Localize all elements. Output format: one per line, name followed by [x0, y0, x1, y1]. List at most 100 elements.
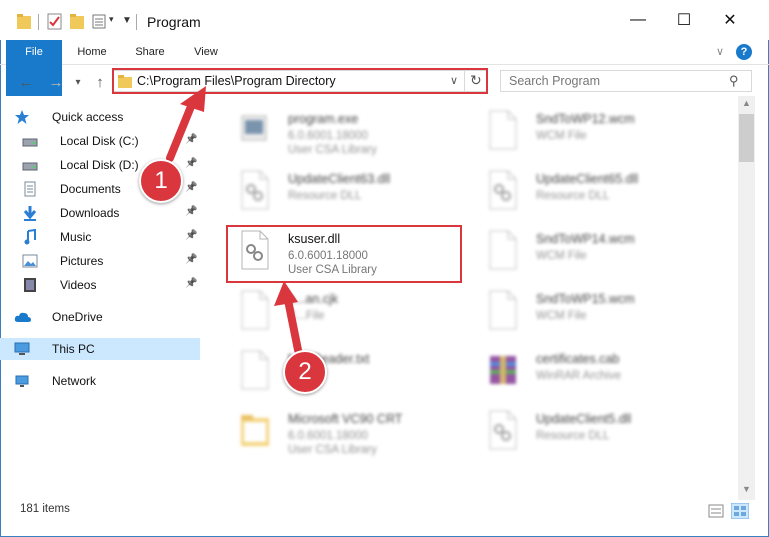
- file-item[interactable]: UpdateClient65.dll Resource DLL: [472, 166, 712, 222]
- drive-icon: [22, 133, 38, 149]
- pin-icon: 📌: [185, 230, 198, 241]
- file-name: p...an.cjk: [288, 292, 339, 306]
- file-name: SndToWP12.wcm: [536, 112, 635, 126]
- file-name: UpdateClient65.dll: [536, 172, 639, 186]
- title-bar: ▾ ▼ Program — ☐ ✕: [0, 0, 769, 40]
- scroll-thumb[interactable]: [739, 114, 754, 162]
- sidebar-item-onedrive[interactable]: OneDrive: [0, 306, 200, 328]
- arrow-up-icon: ↑: [96, 73, 104, 91]
- pin-icon: 📌: [185, 254, 198, 265]
- sidebar-item-downloads[interactable]: Downloads 📌: [0, 202, 200, 224]
- file-detail: Resource DLL: [288, 190, 362, 202]
- file-item[interactable]: program.exe 6.0.6001.18000 User CSA Librar…: [224, 106, 464, 162]
- window-title: Program: [147, 14, 201, 30]
- sidebar-item-label: Local Disk (D:): [60, 158, 139, 172]
- file-item[interactable]: UpdateClient63.dll Resource DLL: [224, 166, 464, 222]
- pin-icon: 📌: [185, 182, 198, 193]
- file-detail: WinRAR Archive: [536, 370, 621, 382]
- ribbon-expand-icon[interactable]: ∨: [712, 40, 728, 64]
- file-detail: 6.0.6001.18000: [288, 130, 368, 142]
- tab-home[interactable]: Home: [70, 40, 114, 64]
- sidebar-item-label: OneDrive: [52, 310, 103, 324]
- scroll-up-icon[interactable]: ▲: [742, 98, 751, 108]
- close-button[interactable]: ✕: [707, 0, 753, 40]
- sidebar-item-pictures[interactable]: Pictures 📌: [0, 250, 200, 272]
- file-item[interactable]: certificates.cab WinRAR Archive: [472, 346, 712, 402]
- close-icon: ✕: [723, 12, 737, 29]
- file-item[interactable]: h...eReader.txt: [224, 346, 464, 402]
- status-bar: 181 items: [0, 500, 769, 522]
- ribbon: File Home Share View ∨ ?: [0, 40, 769, 96]
- sidebar-item-music[interactable]: Music 📌: [0, 226, 200, 248]
- file-item[interactable]: p...an.cjk C...File: [224, 286, 464, 342]
- maximize-button[interactable]: ☐: [661, 0, 707, 40]
- explorer-window: ▾ ▼ Program — ☐ ✕ File Home Share View ∨…: [0, 0, 769, 537]
- sidebar-item-label: Pictures: [60, 254, 104, 268]
- file-list: program.exe 6.0.6001.18000 User CSA Librar…: [210, 100, 738, 500]
- sidebar-item-quick-access[interactable]: Quick access: [0, 106, 200, 128]
- tab-share[interactable]: Share: [128, 40, 172, 64]
- file-icon: [488, 290, 518, 330]
- properties-icon[interactable]: [47, 13, 63, 31]
- sidebar-item-label: Quick access: [52, 110, 124, 124]
- sidebar-item-label: Network: [52, 374, 97, 388]
- dll-icon: [240, 170, 270, 210]
- file-detail: User CSA Library: [288, 144, 377, 156]
- sidebar-item-network[interactable]: Network: [0, 370, 200, 392]
- sidebar-item-label: Documents: [60, 182, 121, 196]
- pictures-icon: [22, 253, 38, 269]
- file-name: Microsoft VC90 CRT: [288, 412, 403, 426]
- pin-icon: 📌: [185, 206, 198, 217]
- back-button[interactable]: ←: [16, 72, 36, 92]
- file-detail: User CSA Library: [288, 444, 377, 456]
- file-item[interactable]: SndToWP12.wcm WCM File: [472, 106, 712, 162]
- file-detail: Resource DLL: [536, 430, 610, 442]
- file-item[interactable]: Microsoft VC90 CRT 6.0.6001.18000 User CSA…: [224, 406, 464, 462]
- videos-icon: [22, 277, 38, 293]
- chevron-down-icon[interactable]: ▾: [109, 14, 114, 32]
- file-name: UpdateClient5.dll: [536, 412, 632, 426]
- file-item[interactable]: UpdateClient5.dll Resource DLL: [472, 406, 712, 462]
- address-row: ← → ▾ ↑ C:\Program Files\Program Directo…: [0, 66, 769, 96]
- file-name: program.exe: [288, 112, 359, 126]
- sidebar-item-label: Videos: [60, 278, 97, 292]
- chevron-down-icon: ▾: [75, 76, 81, 88]
- documents-icon: [22, 181, 38, 197]
- vertical-scrollbar[interactable]: ▲ ▼: [738, 96, 755, 500]
- file-detail: 6.0.6001.18000: [288, 430, 368, 442]
- file-detail: Resource DLL: [536, 190, 610, 202]
- sidebar-item-videos[interactable]: Videos 📌: [0, 274, 200, 296]
- details-view-icon[interactable]: [708, 504, 724, 518]
- ksuser-highlight: [226, 225, 462, 283]
- file-icon: [488, 110, 518, 150]
- file-item[interactable]: SndToWP14.wcm WCM File: [472, 226, 712, 282]
- qat-dropdown-icon[interactable]: ▼: [122, 15, 132, 33]
- large-icons-view-icon[interactable]: [731, 503, 749, 519]
- customize-icon[interactable]: [92, 13, 108, 31]
- star-icon: [14, 109, 30, 125]
- forward-button[interactable]: →: [46, 72, 66, 92]
- file-detail: C...File: [288, 310, 325, 322]
- help-icon[interactable]: ?: [736, 44, 752, 60]
- sidebar-item-local-disk-c[interactable]: Local Disk (C:) 📌: [0, 130, 200, 152]
- new-folder-icon[interactable]: [70, 13, 84, 31]
- sidebar-item-this-pc[interactable]: This PC: [0, 338, 200, 360]
- up-button[interactable]: ↑: [90, 72, 110, 92]
- step-badge-1: 1: [139, 159, 183, 203]
- file-name: certificates.cab: [536, 352, 620, 366]
- recent-locations-button[interactable]: ▾: [68, 72, 88, 92]
- file-icon: [240, 350, 270, 390]
- file-name: SndToWP14.wcm: [536, 232, 635, 246]
- maximize-icon: ☐: [676, 12, 692, 29]
- file-item[interactable]: SndToWP15.wcm WCM File: [472, 286, 712, 342]
- cloud-icon: [14, 309, 32, 325]
- minimize-icon: —: [630, 11, 646, 28]
- tab-view[interactable]: View: [184, 40, 228, 64]
- step-badge-2: 2: [283, 350, 327, 394]
- search-input[interactable]: Search Program ⚲: [500, 70, 752, 92]
- arrow-right-icon: →: [48, 73, 64, 91]
- folder-icon: [240, 410, 270, 450]
- scroll-down-icon[interactable]: ▼: [742, 484, 751, 494]
- file-detail: WCM File: [536, 250, 587, 262]
- minimize-button[interactable]: —: [615, 0, 661, 40]
